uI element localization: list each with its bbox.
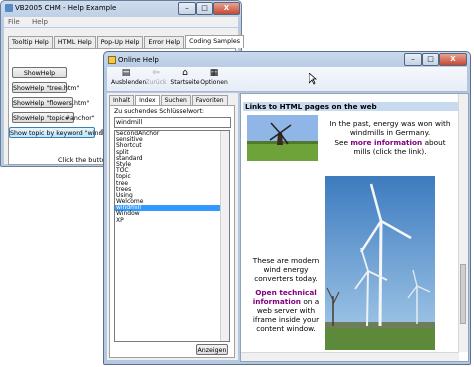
help-book-icon bbox=[108, 56, 116, 64]
content-heading: Links to HTML pages on the web bbox=[243, 102, 458, 111]
content-vertical-scrollbar[interactable] bbox=[458, 94, 468, 352]
menu-bar: File Help bbox=[4, 17, 238, 27]
navigation-pane: Inhalt Index Suchen Favoriten Zu suchend… bbox=[107, 93, 238, 360]
tab-search[interactable]: Suchen bbox=[160, 95, 191, 105]
scroll-thumb[interactable] bbox=[460, 264, 466, 324]
help-window-title: Online Help bbox=[118, 56, 159, 64]
app-icon bbox=[5, 4, 13, 12]
tab-tooltip-help[interactable]: Tooltip Help bbox=[8, 36, 53, 48]
menu-file[interactable]: File bbox=[8, 18, 20, 26]
technical-info-paragraph: Open technical information on a web serv… bbox=[249, 288, 323, 333]
close-button[interactable]: X bbox=[213, 2, 240, 15]
maximize-button[interactable]: □ bbox=[196, 2, 213, 15]
topic-content: Links to HTML pages on the web In the pa… bbox=[240, 93, 469, 362]
window-title: VB2005 CHM - Help Example bbox=[15, 4, 117, 12]
showhelp-tree-button[interactable]: ShowHelp "tree.htm" bbox=[12, 82, 79, 93]
show-keyword-windmill-button[interactable]: Show topic by keyword "windmill" bbox=[9, 127, 117, 138]
index-page: Zu suchendes Schlüsselwort: windmill Sec… bbox=[109, 105, 235, 358]
minimize-button[interactable]: – bbox=[178, 2, 196, 15]
help-maximize-button[interactable]: □ bbox=[422, 53, 439, 66]
home-icon: ⌂ bbox=[182, 68, 188, 78]
home-label: Startseite bbox=[170, 79, 200, 86]
tab-strip: Tooltip Help HTML Help Pop-Up Help Error… bbox=[8, 35, 245, 48]
options-icon: ▦ bbox=[209, 68, 219, 78]
back-arrow-icon: ⇦ bbox=[152, 68, 160, 78]
tab-coding-samples[interactable]: Coding Samples bbox=[185, 35, 244, 48]
history-paragraph: In the past, energy was won with windmil… bbox=[329, 119, 451, 137]
showhelp-button[interactable]: ShowHelp bbox=[12, 67, 67, 78]
tab-error-help[interactable]: Error Help bbox=[144, 36, 185, 48]
modern-converters-paragraph: These are modern wind energy converters … bbox=[252, 256, 320, 283]
showhelp-flowers-button[interactable]: ShowHelp "flowers.htm" bbox=[12, 97, 89, 108]
help-minimize-button[interactable]: – bbox=[404, 53, 422, 66]
old-windmill-image bbox=[247, 115, 318, 161]
help-close-button[interactable]: X bbox=[439, 53, 467, 66]
showhelp-anchor-button[interactable]: ShowHelp "topic#anchor" bbox=[12, 112, 95, 123]
hide-button[interactable]: ▤ Ausblenden bbox=[111, 68, 146, 90]
keyword-list-scrollbar[interactable] bbox=[220, 131, 229, 341]
keyword-item[interactable]: XP bbox=[115, 217, 229, 224]
show-button[interactable]: Anzeigen bbox=[196, 344, 228, 355]
more-info-paragraph: See more information about mills (click … bbox=[325, 138, 455, 156]
options-label: Optionen bbox=[200, 79, 228, 86]
tab-html-help[interactable]: HTML Help bbox=[53, 36, 96, 48]
more-information-link[interactable]: more information bbox=[350, 138, 422, 147]
online-help-window: Online Help – □ X ▤ Ausblenden ⇦ Zurück … bbox=[103, 51, 471, 365]
content-horizontal-scrollbar[interactable] bbox=[241, 352, 459, 361]
wind-turbines-image bbox=[325, 176, 435, 350]
tab-popup-help[interactable]: Pop-Up Help bbox=[96, 36, 144, 48]
tab-index[interactable]: Index bbox=[135, 95, 160, 105]
keyword-items: SecondAnchor sensitive Shortcut split standa… bbox=[115, 131, 229, 224]
more-info-prefix: See bbox=[334, 138, 348, 147]
hide-icon: ▤ bbox=[121, 68, 131, 78]
home-button[interactable]: ⌂ Startseite bbox=[170, 68, 200, 90]
back-button[interactable]: ⇦ Zurück bbox=[141, 68, 171, 90]
keyword-list[interactable]: SecondAnchor sensitive Shortcut split standa… bbox=[114, 130, 230, 342]
back-label: Zurück bbox=[145, 79, 167, 86]
help-toolbar: ▤ Ausblenden ⇦ Zurück ⌂ Startseite ▦ Opt… bbox=[107, 67, 467, 92]
tab-favorites[interactable]: Favoriten bbox=[191, 95, 228, 105]
nav-tab-strip: Inhalt Index Suchen Favoriten bbox=[109, 95, 229, 105]
menu-help[interactable]: Help bbox=[32, 18, 48, 26]
mouse-cursor-icon bbox=[309, 73, 317, 85]
keyword-label: Zu suchendes Schlüsselwort: bbox=[114, 108, 205, 115]
keyword-input[interactable]: windmill bbox=[114, 117, 231, 128]
tab-contents[interactable]: Inhalt bbox=[109, 95, 135, 105]
options-button[interactable]: ▦ Optionen bbox=[199, 68, 229, 90]
